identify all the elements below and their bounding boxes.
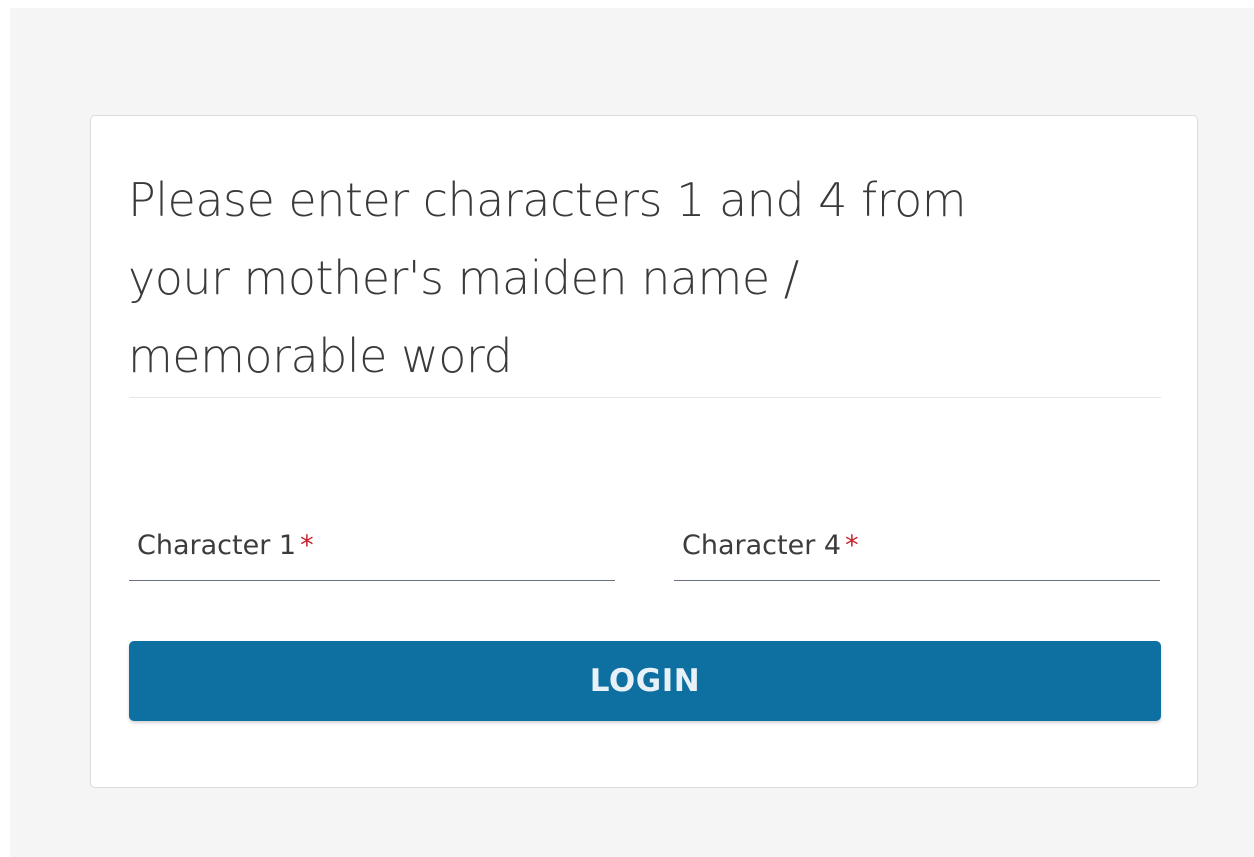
prompt-line-2: your mother's maiden name / [128,251,799,305]
character-4-field[interactable]: Character 4 * [674,524,1160,581]
character-1-field[interactable]: Character 1 * [129,524,615,581]
title-divider [129,397,1161,398]
prompt-line-3: memorable word [128,329,513,383]
prompt-line-1: Please enter characters 1 and 4 from [128,173,967,227]
page-title: Please enter characters 1 and 4 from you… [128,161,1128,395]
character-4-input[interactable] [674,524,1160,580]
login-button[interactable]: LOGIN [129,641,1161,721]
character-1-input[interactable] [129,524,615,580]
security-question-card: Please enter characters 1 and 4 from you… [90,115,1198,788]
